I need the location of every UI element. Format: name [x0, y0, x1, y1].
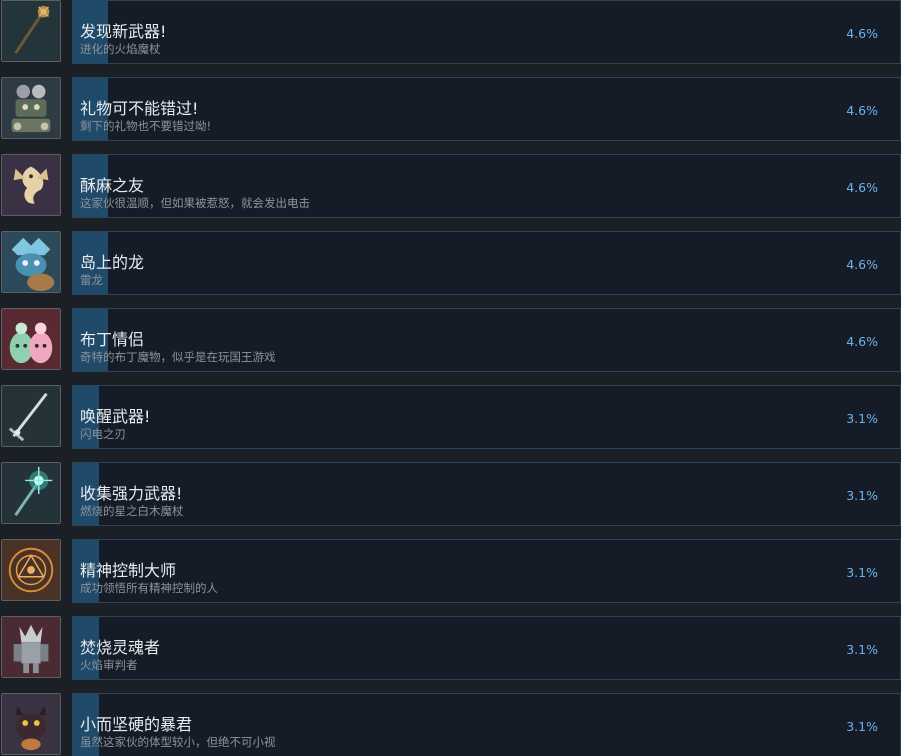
achievement-percent: 3.1%	[846, 719, 878, 734]
achievement-card: 礼物可不能错过! 剩下的礼物也不要错过呦! 4.6%	[72, 77, 901, 141]
achievement-description: 成功领悟所有精神控制的人	[80, 581, 218, 595]
achievement-card: 收集强力武器! 燃烧的星之白木魔杖 3.1%	[72, 462, 901, 526]
achievement-card: 精神控制大师 成功领悟所有精神控制的人 3.1%	[72, 539, 901, 603]
achievement-row[interactable]: 布丁情侣 奇特的布丁魔物，似乎是在玩国王游戏 4.6%	[0, 308, 901, 374]
small-tyrant-icon	[1, 693, 61, 755]
achievement-description: 雷龙	[80, 273, 103, 287]
achievement-card: 小而坚硬的暴君 虽然这家伙的体型较小，但绝不可小视 3.1%	[72, 693, 901, 756]
achievement-row[interactable]: 精神控制大师 成功领悟所有精神控制的人 3.1%	[0, 539, 901, 605]
achievement-row[interactable]: 焚烧灵魂者 火焰审判者 3.1%	[0, 616, 901, 682]
achievement-percent: 3.1%	[846, 488, 878, 503]
achievement-title: 唤醒武器!	[80, 407, 151, 426]
achievement-title: 收集强力武器!	[80, 484, 183, 503]
achievement-percent: 4.6%	[846, 334, 878, 349]
achievement-percent: 4.6%	[846, 180, 878, 195]
achievement-description: 燃烧的星之白木魔杖	[80, 504, 184, 518]
achievement-card: 发现新武器! 进化的火焰魔杖 4.6%	[72, 0, 901, 64]
achievement-row[interactable]: 岛上的龙 雷龙 4.6%	[0, 231, 901, 297]
achievement-row[interactable]: 发现新武器! 进化的火焰魔杖 4.6%	[0, 0, 901, 66]
achievement-row[interactable]: 唤醒武器! 闪电之刃 3.1%	[0, 385, 901, 451]
achievement-description: 进化的火焰魔杖	[80, 42, 161, 56]
achievement-description: 火焰审判者	[80, 658, 138, 672]
achievement-title: 焚烧灵魂者	[80, 638, 161, 657]
achievement-percent: 3.1%	[846, 411, 878, 426]
achievement-percent: 3.1%	[846, 642, 878, 657]
achievement-description: 虽然这家伙的体型较小，但绝不可小视	[80, 735, 276, 749]
achievement-row[interactable]: 礼物可不能错过! 剩下的礼物也不要错过呦! 4.6%	[0, 77, 901, 143]
achievement-row[interactable]: 酥麻之友 这家伙很温顺，但如果被惹怒，就会发出电击 4.6%	[0, 154, 901, 220]
achievement-title: 精神控制大师	[80, 561, 177, 580]
achievement-percent: 4.6%	[846, 103, 878, 118]
achievement-card: 岛上的龙 雷龙 4.6%	[72, 231, 901, 295]
achievement-title: 礼物可不能错过!	[80, 99, 199, 118]
soul-burner-icon	[1, 616, 61, 678]
achievement-row[interactable]: 小而坚硬的暴君 虽然这家伙的体型较小，但绝不可小视 3.1%	[0, 693, 901, 756]
achievement-percent: 4.6%	[846, 257, 878, 272]
achievement-percent: 4.6%	[846, 26, 878, 41]
achievement-title: 岛上的龙	[80, 253, 145, 272]
achievement-title: 布丁情侣	[80, 330, 145, 349]
achievement-title: 酥麻之友	[80, 176, 145, 195]
achievement-card: 唤醒武器! 闪电之刃 3.1%	[72, 385, 901, 449]
achievement-percent: 3.1%	[846, 565, 878, 580]
achievement-description: 奇特的布丁魔物，似乎是在玩国王游戏	[80, 350, 276, 364]
achievement-description: 这家伙很温顺，但如果被惹怒，就会发出电击	[80, 196, 310, 210]
achievement-row[interactable]: 收集强力武器! 燃烧的星之白木魔杖 3.1%	[0, 462, 901, 528]
achievement-card: 酥麻之友 这家伙很温顺，但如果被惹怒，就会发出电击 4.6%	[72, 154, 901, 218]
thunder-dragon-icon	[1, 231, 61, 293]
achievement-title: 小而坚硬的暴君	[80, 715, 193, 734]
gift-robots-icon	[1, 77, 61, 139]
magic-circle-icon	[1, 539, 61, 601]
star-staff-icon	[1, 462, 61, 524]
achievement-description: 剩下的礼物也不要错过呦!	[80, 119, 212, 133]
pudding-couple-icon	[1, 308, 61, 370]
achievement-title: 发现新武器!	[80, 22, 167, 41]
electric-dragon-icon	[1, 154, 61, 216]
lightning-blade-icon	[1, 385, 61, 447]
achievement-description: 闪电之刃	[80, 427, 126, 441]
achievement-card: 焚烧灵魂者 火焰审判者 3.1%	[72, 616, 901, 680]
achievement-card: 布丁情侣 奇特的布丁魔物，似乎是在玩国王游戏 4.6%	[72, 308, 901, 372]
achievement-list: 发现新武器! 进化的火焰魔杖 4.6% 礼物可不能错过! 剩下的礼物也不要错过呦…	[0, 0, 901, 756]
fire-staff-icon	[1, 0, 61, 62]
